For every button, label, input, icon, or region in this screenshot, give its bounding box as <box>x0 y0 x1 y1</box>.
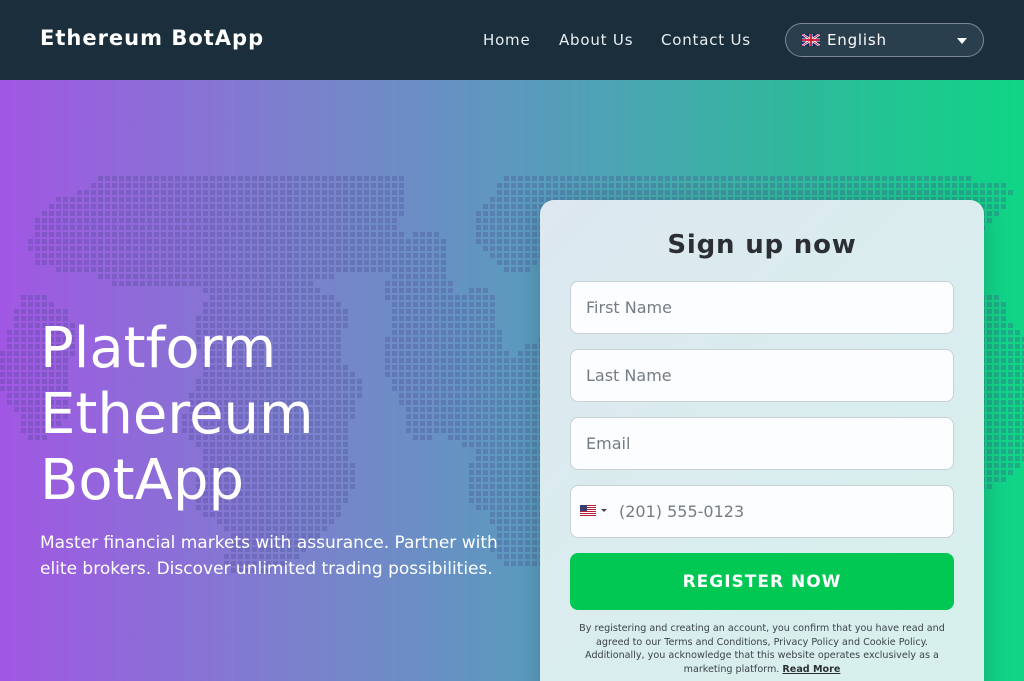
email-input[interactable] <box>570 417 954 470</box>
signup-title: Sign up now <box>667 230 857 260</box>
top-navbar: Ethereum BotApp Home About Us Contact Us… <box>0 0 1024 80</box>
disclaimer-text: By registering and creating an account, … <box>579 623 945 675</box>
read-more-link[interactable]: Read More <box>782 664 840 675</box>
hero-title-line: Ethereum <box>40 382 314 447</box>
chevron-down-icon <box>957 38 967 44</box>
phone-field <box>570 485 954 538</box>
nav-home[interactable]: Home <box>483 31 531 49</box>
us-flag-icon[interactable] <box>580 505 610 519</box>
hero-title: Platform Ethereum BotApp <box>40 316 500 514</box>
hero-title-line: BotApp <box>40 448 245 513</box>
signup-card: Sign up now REGISTER NOW By registering … <box>540 200 984 681</box>
first-name-input[interactable] <box>570 281 954 334</box>
register-now-button[interactable]: REGISTER NOW <box>570 553 954 610</box>
brand-logo[interactable]: Ethereum BotApp <box>40 26 264 50</box>
hero-subtitle: Master financial markets with assurance.… <box>40 533 498 579</box>
language-selector[interactable]: English <box>785 23 984 57</box>
nav-contact-us[interactable]: Contact Us <box>661 31 751 49</box>
uk-flag-icon <box>802 34 820 46</box>
signup-disclaimer: By registering and creating an account, … <box>574 622 950 676</box>
phone-input[interactable] <box>619 487 949 536</box>
hero-section: Platform Ethereum BotApp Master financia… <box>0 80 1024 681</box>
hero-title-line: Platform <box>40 316 277 381</box>
last-name-input[interactable] <box>570 349 954 402</box>
language-label: English <box>827 31 887 49</box>
nav-about-us[interactable]: About Us <box>559 31 633 49</box>
